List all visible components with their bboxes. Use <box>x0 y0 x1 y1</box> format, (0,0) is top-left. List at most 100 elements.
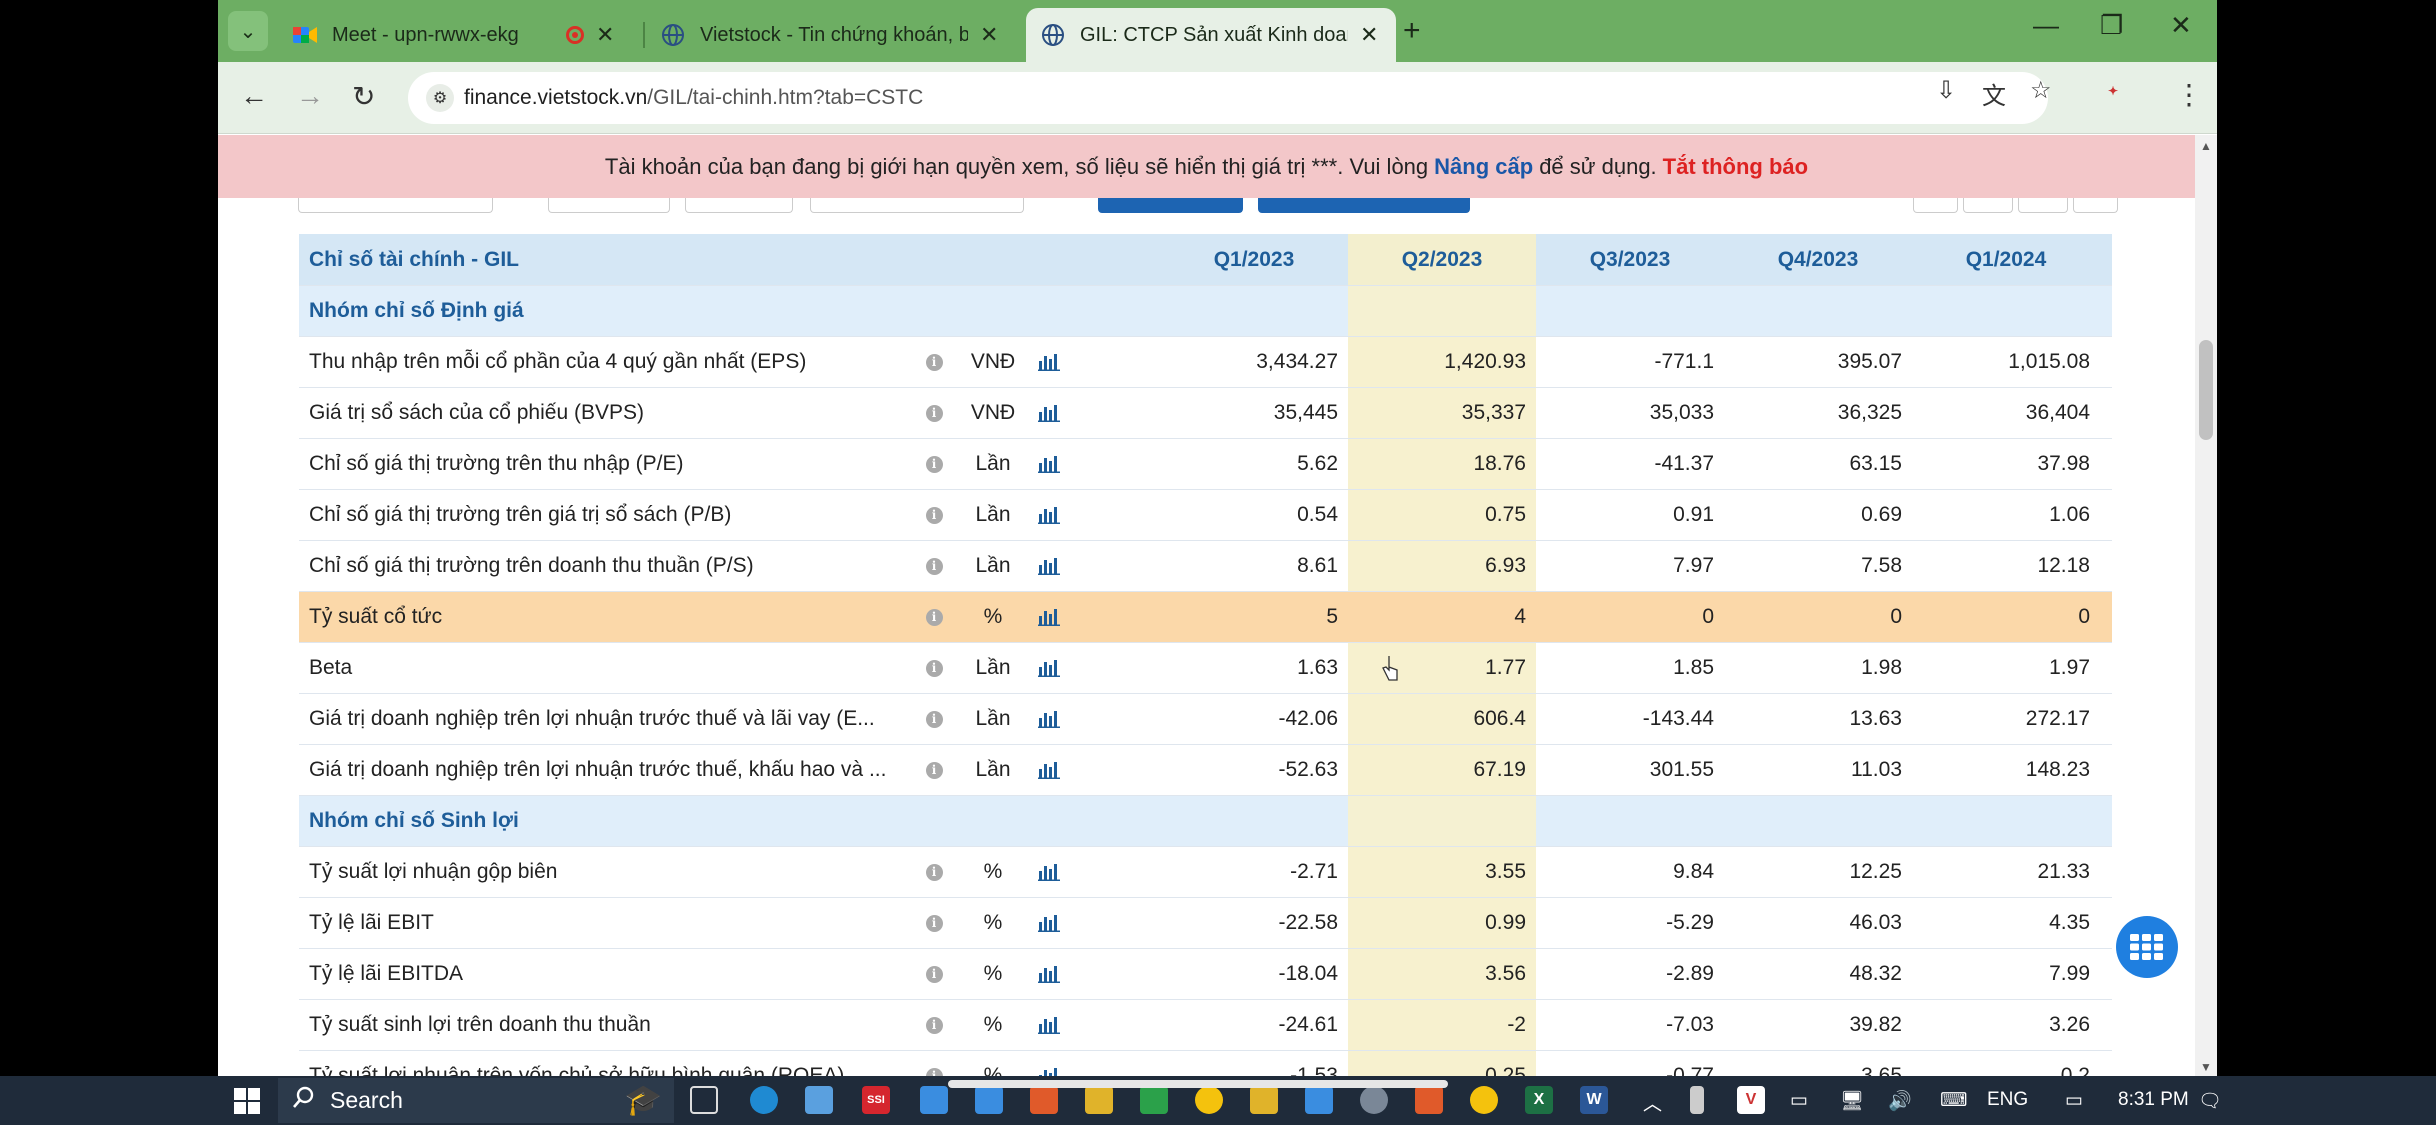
excel-icon[interactable]: X <box>1525 1086 1553 1114</box>
app-icon[interactable] <box>1415 1086 1443 1114</box>
scroll-down-icon[interactable]: ▼ <box>2200 1060 2212 1074</box>
task-view-icon[interactable] <box>690 1086 718 1114</box>
bar-chart-icon[interactable] <box>1029 643 1069 693</box>
close-icon[interactable]: ✕ <box>1360 22 1378 48</box>
app-icon[interactable] <box>920 1086 948 1114</box>
info-icon[interactable]: i <box>919 694 949 744</box>
table-row[interactable]: Chỉ số giá thị trường trên giá trị sổ sá… <box>299 490 2112 541</box>
period-header[interactable]: Q2/2023 <box>1348 234 1536 285</box>
table-row[interactable]: Chỉ số giá thị trường trên thu nhập (P/E… <box>299 439 2112 490</box>
upgrade-link[interactable]: Nâng cấp <box>1434 154 1533 180</box>
translate-icon[interactable]: 文 <box>1982 76 2006 111</box>
address-bar[interactable]: ⚙ finance.vietstock.vn/GIL/tai-chinh.htm… <box>408 72 2048 124</box>
url-text[interactable]: finance.vietstock.vn/GIL/tai-chinh.htm?t… <box>464 86 923 110</box>
info-icon[interactable]: i <box>919 439 949 489</box>
bar-chart-icon[interactable] <box>1029 388 1069 438</box>
period-header[interactable]: Q4/2023 <box>1724 234 1912 285</box>
bar-chart-icon[interactable] <box>1029 745 1069 795</box>
chrome-icon[interactable] <box>1195 1086 1223 1114</box>
back-button[interactable]: ← <box>240 80 268 112</box>
word-icon[interactable]: W <box>1580 1086 1608 1114</box>
dismiss-notice-link[interactable]: Tắt thông báo <box>1663 154 1808 180</box>
app-icon[interactable] <box>1305 1086 1333 1114</box>
bar-chart-icon[interactable] <box>1029 439 1069 489</box>
table-row[interactable]: Beta i Lần 1.63 1.77 1.85 1.98 1.97 <box>299 643 2112 694</box>
bar-chart-icon[interactable] <box>1029 592 1069 642</box>
table-row[interactable]: Giá trị sổ sách của cổ phiếu (BVPS) i VNĐ 3… <box>299 388 2112 439</box>
windows-start-icon[interactable] <box>222 1076 272 1125</box>
usb-icon[interactable] <box>1690 1086 1704 1114</box>
table-row[interactable]: Giá trị doanh nghiệp trên lợi nhuận trướ… <box>299 694 2112 745</box>
input-mode-icon[interactable]: ▭ <box>2065 1089 2083 1112</box>
tab-gil-active[interactable]: GIL: CTCP Sản xuất Kinh doanh ✕ <box>1026 8 1396 62</box>
network-icon[interactable]: 🖥 <box>1840 1089 1864 1113</box>
table-row[interactable]: Giá trị doanh nghiệp trên lợi nhuận trướ… <box>299 745 2112 796</box>
tab-vietstock[interactable]: Vietstock - Tin chứng khoán, bấ ✕ <box>646 8 1016 62</box>
show-hidden-icons[interactable]: ︿ <box>1643 1089 1662 1116</box>
info-icon[interactable]: i <box>919 541 949 591</box>
restore-button[interactable]: ❐ <box>2100 10 2123 41</box>
period-header[interactable]: Q3/2023 <box>1536 234 1724 285</box>
period-header[interactable]: Q1/2023 <box>1160 234 1348 285</box>
new-tab-button[interactable]: + <box>1403 14 1421 48</box>
edge-icon[interactable] <box>750 1086 778 1114</box>
app-icon[interactable] <box>1360 1086 1388 1114</box>
table-row[interactable]: Tỷ lệ lãi EBIT i% -22.58 0.99 -5.29 46.03 4.35 <box>299 898 2112 949</box>
antivirus-icon[interactable]: V <box>1737 1086 1765 1114</box>
tray-icon[interactable]: ▭ <box>1790 1089 1808 1112</box>
bookmark-star-icon[interactable]: ☆ <box>2030 76 2052 105</box>
language-indicator[interactable]: ENG <box>1987 1089 2028 1111</box>
page-scrollbar[interactable]: ▲ ▼ <box>2195 135 2217 1076</box>
info-icon[interactable]: i <box>919 490 949 540</box>
table-row[interactable]: Tỷ suất sinh lợi trên doanh thu thuần i% -… <box>299 1000 2112 1051</box>
bar-chart-icon[interactable] <box>1029 541 1069 591</box>
browser-menu-icon[interactable]: ⋮ <box>2175 78 2203 111</box>
table-row[interactable]: Tỷ suất lợi nhuận trên vốn chủ sở hữu bì… <box>299 1051 2112 1076</box>
info-icon[interactable]: i <box>919 898 949 948</box>
tab-meet[interactable]: Meet - upn-rwwx-ekg ✕ <box>278 8 638 62</box>
reload-button[interactable]: ↻ <box>352 80 375 113</box>
profile-avatar-icon[interactable]: ✦ <box>2108 84 2144 110</box>
scroll-up-icon[interactable]: ▲ <box>2200 139 2212 153</box>
info-icon[interactable]: i <box>919 949 949 999</box>
taskbar-search[interactable]: Search 🎓 <box>278 1078 674 1123</box>
scrollbar-thumb[interactable] <box>2199 340 2213 440</box>
info-icon[interactable]: i <box>919 337 949 387</box>
info-icon[interactable]: i <box>919 643 949 693</box>
bar-chart-icon[interactable] <box>1029 949 1069 999</box>
bar-chart-icon[interactable] <box>1029 1051 1069 1076</box>
app-icon[interactable] <box>805 1086 833 1114</box>
bar-chart-icon[interactable] <box>1029 694 1069 744</box>
period-header[interactable]: Q1/2024 <box>1912 234 2100 285</box>
bar-chart-icon[interactable] <box>1029 1000 1069 1050</box>
bar-chart-icon[interactable] <box>1029 847 1069 897</box>
close-icon[interactable]: ✕ <box>596 22 614 48</box>
table-row[interactable]: Tỷ lệ lãi EBITDA i% -18.04 3.56 -2.89 48.32 7.… <box>299 949 2112 1000</box>
tab-search-button[interactable]: ⌄ <box>228 11 268 51</box>
clock[interactable]: 8:31 PM <box>2118 1089 2189 1111</box>
bar-chart-icon[interactable] <box>1029 898 1069 948</box>
info-icon[interactable]: i <box>919 1051 949 1076</box>
info-icon[interactable]: i <box>919 592 949 642</box>
app-icon[interactable] <box>1140 1086 1168 1114</box>
table-row[interactable]: Tỷ suất cổ tức i% 5 4 0 0 0 <box>299 592 2112 643</box>
minimize-button[interactable]: — <box>2033 10 2059 41</box>
volume-icon[interactable]: 🔊 <box>1888 1089 1912 1113</box>
chrome-icon[interactable] <box>1470 1086 1498 1114</box>
bar-chart-icon[interactable] <box>1029 337 1069 387</box>
grid-menu-button[interactable] <box>2116 916 2178 978</box>
app-icon[interactable] <box>975 1086 1003 1114</box>
close-icon[interactable]: ✕ <box>980 22 998 48</box>
table-row[interactable]: Tỷ suất lợi nhuận gộp biên i% -2.71 3.55 9.8… <box>299 847 2112 898</box>
app-icon[interactable] <box>1085 1086 1113 1114</box>
forward-button[interactable]: → <box>296 80 324 112</box>
close-window-button[interactable]: ✕ <box>2170 10 2192 41</box>
install-app-icon[interactable]: ⇩ <box>1936 76 1956 105</box>
keyboard-icon[interactable]: ⌨ <box>1940 1089 1967 1112</box>
info-icon[interactable]: i <box>919 1000 949 1050</box>
site-info-icon[interactable]: ⚙ <box>426 84 454 112</box>
ssi-app-icon[interactable]: SSI <box>862 1086 890 1114</box>
app-icon[interactable] <box>1030 1086 1058 1114</box>
info-icon[interactable]: i <box>919 388 949 438</box>
notification-icon[interactable]: 🗨 <box>2198 1089 2222 1113</box>
